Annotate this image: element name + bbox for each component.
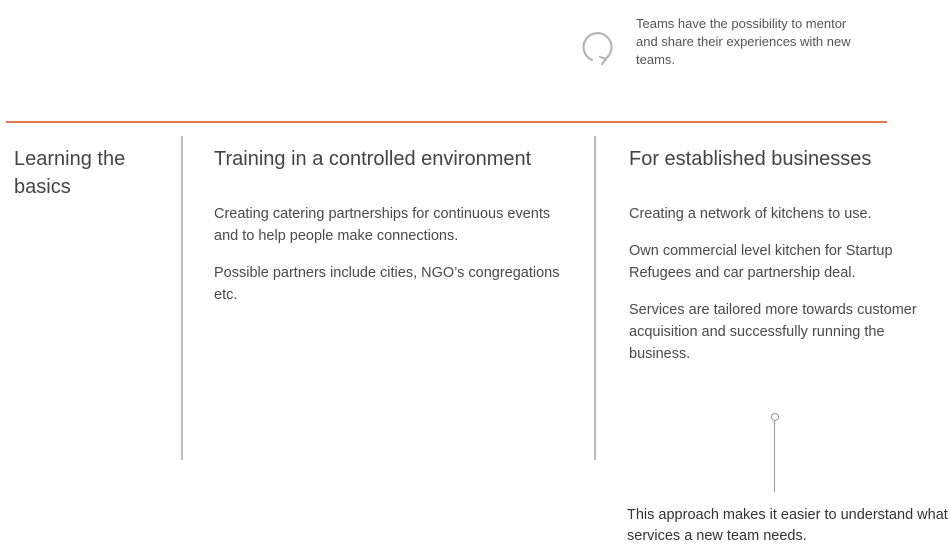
- connector-pin-icon: [771, 413, 779, 421]
- connector-line: [774, 421, 775, 492]
- column-divider: [594, 136, 596, 460]
- column-body-established: Creating a network of kitchens to use. O…: [629, 203, 947, 380]
- column-title-established: For established businesses: [629, 148, 872, 170]
- cycle-icon: [582, 32, 613, 66]
- column-paragraph: Own commercial level kitchen for Startup…: [629, 243, 893, 281]
- column-paragraph: Services are tailored more towards custo…: [629, 302, 917, 362]
- top-note-text: Teams have the possibility to mentor and…: [636, 16, 851, 67]
- column-paragraph: Creating a network of kitchens to use.: [629, 206, 872, 222]
- column-divider: [181, 136, 183, 460]
- bottom-note-text: This approach makes it easier to underst…: [627, 507, 948, 544]
- column-title-learning: Learning the basics: [14, 148, 126, 198]
- column-body-training: Creating catering partnerships for conti…: [214, 203, 574, 321]
- column-paragraph: Possible partners include cities, NGO’s …: [214, 265, 560, 303]
- accent-divider: [6, 121, 887, 123]
- column-paragraph: Creating catering partnerships for conti…: [214, 206, 551, 244]
- column-title-training: Training in a controlled environment: [214, 148, 532, 170]
